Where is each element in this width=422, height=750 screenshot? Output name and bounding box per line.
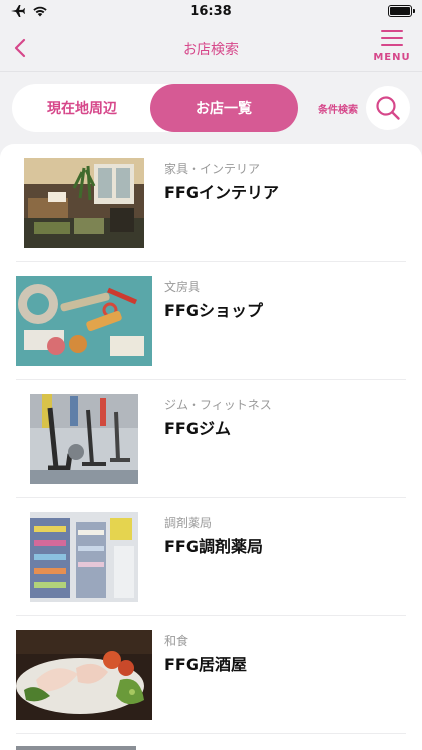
- store-row-interior[interactable]: 家具・インテリア FFGインテリア: [16, 144, 406, 262]
- status-time: 16:38: [190, 4, 232, 19]
- store-category: 和食: [164, 634, 189, 648]
- store-name: FFG調剤薬局: [164, 537, 263, 556]
- store-list: 家具・インテリア FFGインテリア 文房具 FFGショップ ジム・フィットネス …: [0, 144, 422, 750]
- tab-nearby[interactable]: 現在地周辺: [12, 84, 152, 132]
- battery-icon: [388, 5, 415, 17]
- store-info: 調剤薬局 FFG調剤薬局: [164, 514, 263, 557]
- view-toggle: 現在地周辺 お店一覧: [12, 84, 298, 132]
- menu-button[interactable]: MENU: [370, 26, 414, 70]
- store-name: FFGショップ: [164, 301, 263, 320]
- hamburger-icon: [381, 30, 403, 46]
- store-row-gym[interactable]: ジム・フィットネス FFGジム: [16, 380, 406, 498]
- izakaya-photo: [16, 630, 152, 720]
- pharmacy-photo: [30, 512, 138, 602]
- next-store-photo-partial: [16, 746, 136, 750]
- store-info: 家具・インテリア FFGインテリア: [164, 160, 279, 203]
- status-bar: 16:38: [0, 0, 422, 24]
- store-info: ジム・フィットネス FFGジム: [164, 396, 272, 439]
- store-row-pharmacy[interactable]: 調剤薬局 FFG調剤薬局: [16, 498, 406, 616]
- menu-label: MENU: [373, 52, 411, 63]
- interior-photo: [24, 158, 144, 248]
- store-category: 家具・インテリア: [164, 162, 261, 176]
- nav-bar: お店検索 MENU: [0, 24, 422, 72]
- tab-store-list[interactable]: お店一覧: [150, 84, 298, 132]
- filter-search-button[interactable]: [366, 86, 410, 130]
- store-row-stationery[interactable]: 文房具 FFGショップ: [16, 262, 406, 380]
- gym-photo: [30, 394, 138, 484]
- store-category: ジム・フィットネス: [164, 398, 272, 412]
- store-info: 文房具 FFGショップ: [164, 278, 263, 321]
- search-icon: [376, 96, 400, 120]
- store-row-izakaya[interactable]: 和食 FFG居酒屋: [16, 616, 406, 734]
- filter-search-label[interactable]: 条件検索: [318, 101, 358, 116]
- store-category: 文房具: [164, 280, 201, 294]
- store-name: FFGインテリア: [164, 183, 279, 202]
- stationery-photo: [16, 276, 152, 366]
- store-info: 和食 FFG居酒屋: [164, 632, 247, 675]
- store-name: FFGジム: [164, 419, 231, 438]
- page-title: お店検索: [183, 42, 239, 58]
- store-category: 調剤薬局: [164, 516, 213, 530]
- store-name: FFG居酒屋: [164, 655, 247, 674]
